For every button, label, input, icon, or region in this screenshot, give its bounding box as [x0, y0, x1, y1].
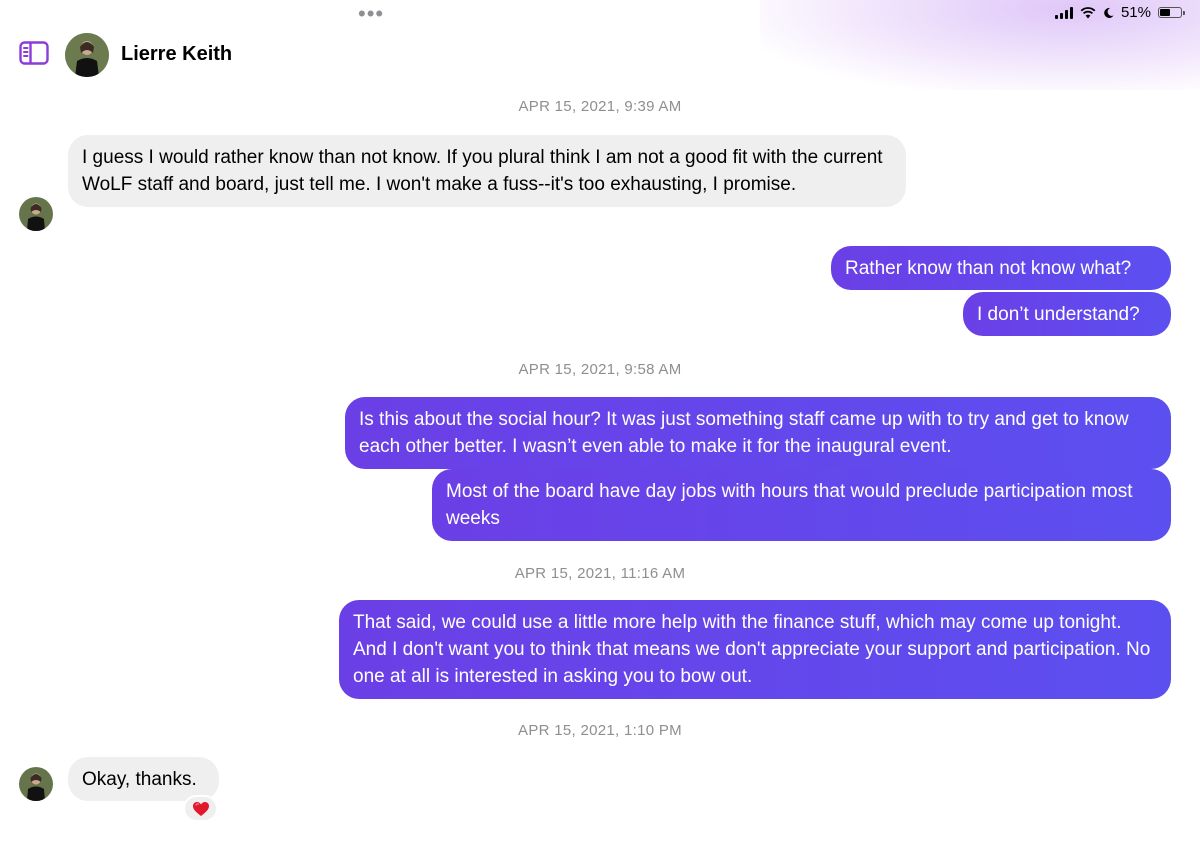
outgoing-message[interactable]: Most of the board have day jobs with hou…	[432, 469, 1171, 541]
contact-avatar[interactable]	[65, 33, 109, 77]
sender-avatar[interactable]	[19, 197, 53, 231]
message-timestamp: APR 15, 2021, 9:39 AM	[518, 98, 682, 115]
status-bar: ••• 51%	[0, 0, 1200, 26]
outgoing-message[interactable]: Rather know than not know what?	[831, 246, 1171, 290]
moon-icon	[1104, 7, 1114, 18]
outgoing-message[interactable]: I don’t understand?	[963, 292, 1171, 336]
outgoing-message[interactable]: Is this about the social hour? It was ju…	[345, 397, 1171, 469]
cellular-signal-icon	[1054, 6, 1073, 19]
conversation-header: Lierre Keith	[0, 30, 1200, 82]
heart-icon	[192, 801, 209, 816]
message-timestamp: APR 15, 2021, 11:16 AM	[514, 565, 686, 582]
incoming-message[interactable]: I guess I would rather know than not kno…	[68, 135, 906, 207]
contact-name[interactable]: Lierre Keith	[121, 43, 232, 66]
sender-avatar[interactable]	[19, 767, 53, 801]
message-reaction[interactable]	[183, 795, 218, 822]
battery-percent: 51%	[1120, 4, 1151, 21]
status-indicators: 51%	[1054, 4, 1185, 21]
battery-icon	[1158, 7, 1185, 18]
wifi-icon	[1080, 6, 1096, 18]
message-timestamp: APR 15, 2021, 9:58 AM	[518, 361, 682, 378]
outgoing-message[interactable]: That said, we could use a little more he…	[339, 600, 1171, 699]
message-timestamp: APR 15, 2021, 1:10 PM	[518, 722, 682, 739]
multitasking-dots-icon[interactable]: •••	[358, 3, 384, 25]
sidebar-toggle-icon[interactable]	[19, 41, 49, 65]
